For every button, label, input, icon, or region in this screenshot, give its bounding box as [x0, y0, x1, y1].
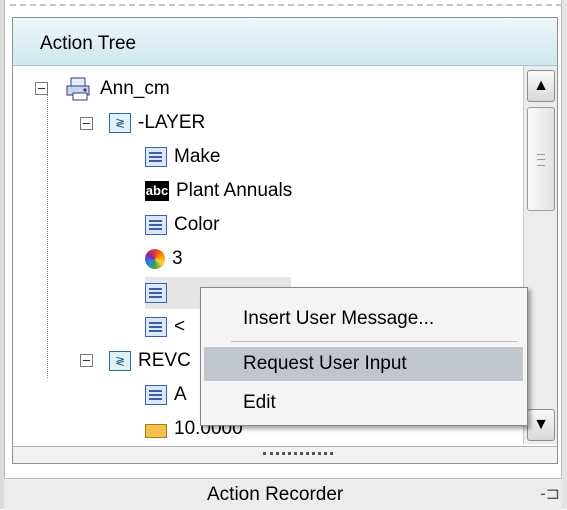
tree-node[interactable]: Make — [145, 141, 220, 173]
tree-node-label: Color — [174, 214, 220, 235]
tree-node-label: 3 — [172, 248, 183, 269]
tree-node-label: REVC — [138, 350, 191, 371]
request-icon — [145, 215, 167, 235]
request-icon — [145, 317, 167, 337]
tree-guide-line — [47, 88, 48, 378]
panel-splitter[interactable] — [13, 446, 557, 463]
tree-node-label: Plant Annuals — [176, 180, 293, 201]
abc-text-icon: abc — [145, 181, 169, 201]
tree-node-label: Make — [174, 146, 221, 167]
tree-node[interactable]: ≷ REVC — [109, 345, 191, 377]
command-icon: ≷ — [109, 113, 131, 133]
action-macro-icon — [65, 76, 93, 102]
pin-icon[interactable]: -⊐ — [540, 484, 560, 504]
tree-node-label: < — [174, 316, 186, 337]
tree-node[interactable]: 3 — [145, 243, 183, 275]
command-icon: ≷ — [109, 351, 131, 371]
insert-user-message-item[interactable]: Insert User Message... — [201, 302, 527, 336]
menu-separator — [231, 341, 517, 342]
grip-icon — [537, 154, 545, 166]
tree-node[interactable]: ≷ -LAYER — [109, 107, 205, 139]
tree-node-label: A — [174, 384, 187, 405]
scroll-up-button[interactable]: ▲ — [527, 70, 555, 102]
root-collapse-icon[interactable] — [35, 82, 48, 95]
panel-header: Action Tree — [13, 18, 557, 66]
scroll-thumb[interactable] — [527, 107, 555, 211]
left-window-edge — [0, 0, 5, 509]
tree-node[interactable]: Color — [145, 209, 219, 241]
tree-node-label: -LAYER — [138, 112, 206, 133]
ruler-icon — [145, 424, 167, 438]
request-icon — [145, 283, 167, 303]
tree-node[interactable]: < — [145, 311, 185, 343]
panel-title: Action Tree — [40, 33, 137, 54]
request-icon — [145, 147, 167, 167]
tree-root[interactable]: Ann_cm — [65, 73, 170, 105]
tree-node-label: Ann_cm — [100, 78, 170, 99]
revc-collapse-icon[interactable] — [80, 354, 93, 367]
color-wheel-icon — [145, 249, 165, 269]
palette-title-bar[interactable]: Action Recorder -⊐ — [4, 478, 562, 510]
request-icon — [145, 385, 167, 405]
top-dashed-border — [10, 4, 562, 6]
request-user-input-item[interactable]: Request User Input — [204, 347, 523, 381]
edit-item[interactable]: Edit — [201, 386, 527, 420]
tree-node[interactable]: A — [145, 379, 187, 411]
palette-title: Action Recorder — [207, 484, 344, 505]
scroll-down-button[interactable]: ▼ — [527, 409, 555, 441]
vertical-scrollbar[interactable]: ▲ ▼ — [523, 66, 557, 444]
resize-grip-icon[interactable] — [263, 452, 333, 455]
context-menu: Insert User Message... Request User Inpu… — [200, 287, 528, 426]
right-window-edge — [561, 0, 567, 509]
tree-node[interactable]: abc Plant Annuals — [145, 175, 292, 207]
layer-collapse-icon[interactable] — [80, 117, 93, 130]
